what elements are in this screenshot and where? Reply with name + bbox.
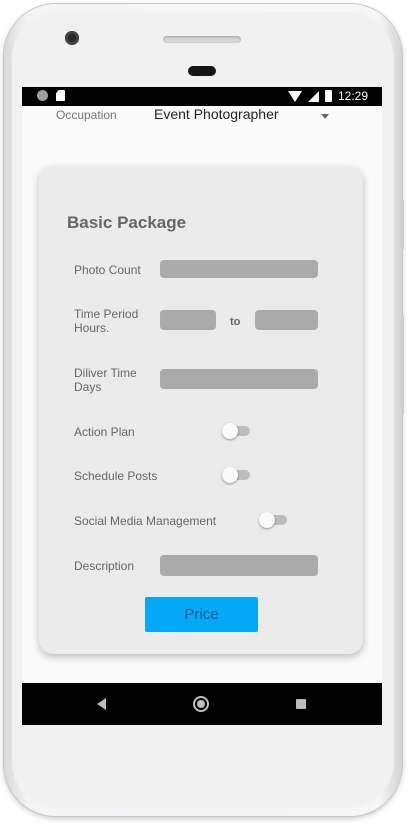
front-camera (65, 31, 79, 45)
deliver-time-label: Diliver Time Days (74, 366, 137, 394)
toggle-thumb (222, 467, 238, 483)
time-period-to-input[interactable] (255, 310, 318, 330)
action-plan-label: Action Plan (74, 425, 135, 439)
time-period-label: Time Period Hours. (74, 307, 138, 335)
battery-icon (324, 90, 332, 102)
recents-icon[interactable] (296, 699, 306, 709)
description-label: Description (74, 559, 135, 573)
status-time: 12:29 (337, 89, 368, 103)
deliver-time-label-line2: Days (74, 380, 102, 394)
description-input[interactable] (160, 555, 318, 576)
dropdown-caret-icon[interactable] (321, 114, 329, 119)
android-nav-bar (22, 683, 382, 725)
volume-button (401, 200, 404, 250)
home-icon[interactable] (193, 696, 209, 712)
schedule-posts-label: Schedule Posts (74, 469, 158, 483)
social-media-toggle[interactable] (259, 512, 287, 528)
social-media-label: Social Media Management (74, 514, 217, 528)
time-period-from-input[interactable] (160, 310, 216, 330)
proximity-sensor (188, 66, 216, 76)
price-button[interactable]: Price (145, 597, 258, 632)
photo-count-input[interactable] (160, 260, 318, 278)
back-icon[interactable] (97, 698, 106, 710)
occupation-row[interactable]: Occupation Event Photographer (22, 106, 382, 128)
time-period-label-line1: Time Period (74, 307, 139, 321)
wifi-icon (287, 90, 302, 102)
occupation-select[interactable]: Event Photographer (154, 106, 279, 122)
schedule-posts-toggle[interactable] (222, 467, 250, 483)
earpiece-speaker (163, 36, 241, 43)
action-plan-toggle[interactable] (222, 423, 250, 439)
signal-icon (307, 90, 319, 102)
time-period-label-line2: Hours. (74, 321, 110, 335)
deliver-time-label-line1: Diliver Time (74, 366, 137, 380)
power-button (401, 315, 404, 415)
photo-count-label: Photo Count (74, 263, 141, 277)
notification-dot-icon (37, 90, 48, 101)
deliver-time-input[interactable] (160, 369, 318, 389)
occupation-label: Occupation (56, 108, 117, 122)
toggle-thumb (259, 512, 275, 528)
sd-card-icon (56, 90, 65, 101)
status-bar: 12:29 (22, 87, 382, 106)
to-label: to (230, 316, 241, 328)
app-screen: 12:29 Occupation Event Photographer Basi… (22, 87, 382, 725)
basic-package-card: Basic Package Photo Count Time Period Ho… (39, 166, 363, 654)
card-title: Basic Package (67, 213, 187, 232)
toggle-thumb (222, 423, 238, 439)
